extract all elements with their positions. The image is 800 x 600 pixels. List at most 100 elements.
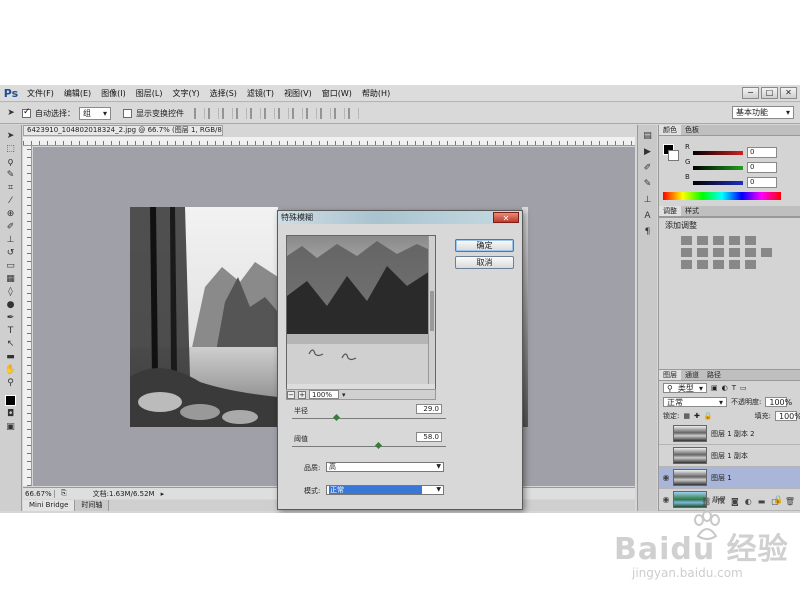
eye-icon[interactable]: ◉ — [659, 473, 673, 482]
new-group-icon[interactable]: ▬ — [758, 497, 766, 509]
align-right-icon[interactable] — [264, 107, 275, 119]
align-vcenter-icon[interactable] — [208, 107, 219, 119]
layer-name[interactable]: 图层 1 副本 — [711, 451, 748, 461]
hand-tool-icon[interactable]: ✋ — [4, 365, 18, 375]
close-window-button[interactable]: ✕ — [780, 87, 797, 99]
distribute-vcenter-icon[interactable] — [292, 107, 303, 119]
dialog-title-bar[interactable]: 特殊模糊 ✕ — [278, 211, 522, 224]
trash-icon[interactable]: 🗑 — [785, 497, 795, 509]
cancel-button[interactable]: 取消 — [455, 256, 514, 269]
quick-select-tool-icon[interactable]: ✎ — [4, 170, 18, 180]
filter-shape-icon[interactable]: ▭ — [740, 384, 747, 392]
menu-view[interactable]: 视图(V) — [279, 88, 317, 99]
radius-slider-track[interactable] — [292, 418, 446, 419]
menu-help[interactable]: 帮助(H) — [357, 88, 395, 99]
layer-name[interactable]: 图层 1 副本 2 — [711, 429, 755, 439]
radius-slider-knob[interactable] — [332, 413, 341, 422]
photo-filter-icon[interactable] — [729, 248, 740, 257]
threshold-slider-knob[interactable] — [374, 441, 383, 450]
tab-paths[interactable]: 路径 — [703, 370, 725, 380]
mode-dropdown[interactable]: 正常 ▼ — [326, 485, 444, 495]
status-arrow-icon[interactable]: ▸ — [161, 490, 165, 498]
pen-tool-icon[interactable]: ✒ — [4, 313, 18, 323]
channel-mixer-icon[interactable] — [745, 248, 756, 257]
foreground-color-swatch[interactable] — [5, 395, 16, 406]
threshold-input[interactable]: 58.0 — [416, 432, 442, 442]
fx-icon[interactable]: fx — [717, 497, 725, 509]
distribute-right-icon[interactable] — [348, 107, 359, 119]
eyedropper-tool-icon[interactable]: ⁄ — [4, 196, 18, 206]
menu-type[interactable]: 文字(Y) — [167, 88, 204, 99]
layer-name[interactable]: 图层 1 — [711, 473, 732, 483]
preview-pane[interactable] — [286, 235, 436, 390]
tab-swatches[interactable]: 色板 — [681, 125, 703, 135]
exposure-icon[interactable] — [729, 236, 740, 245]
eraser-tool-icon[interactable]: ▭ — [4, 261, 18, 271]
add-mask-icon[interactable]: ◙ — [731, 497, 739, 509]
type-tool-icon[interactable]: T — [4, 326, 18, 336]
lock-all-icon[interactable]: 🔒 — [704, 412, 713, 420]
align-hcenter-icon[interactable] — [250, 107, 261, 119]
menu-window[interactable]: 窗口(W) — [317, 88, 357, 99]
preview-zoom-value[interactable]: 100% — [309, 390, 339, 399]
new-layer-icon[interactable]: ▢ — [771, 497, 779, 509]
lasso-tool-icon[interactable]: ϙ — [4, 157, 18, 167]
document-image[interactable] — [130, 207, 278, 427]
layer-row[interactable]: 图层 1 副本 2 — [659, 423, 800, 445]
dodge-tool-icon[interactable]: ● — [4, 300, 18, 310]
path-select-tool-icon[interactable]: ↖ — [4, 339, 18, 349]
close-icon[interactable]: ✕ — [493, 212, 519, 223]
align-top-icon[interactable] — [194, 107, 205, 119]
filter-pixel-icon[interactable]: ▣ — [711, 384, 718, 392]
menu-file[interactable]: 文件(F) — [22, 88, 59, 99]
lock-position-icon[interactable]: ✚ — [694, 412, 700, 420]
channel-r-value[interactable]: 0 — [747, 147, 777, 158]
move-tool-icon[interactable]: ➤ — [4, 108, 18, 118]
healing-tool-icon[interactable]: ⊕ — [4, 209, 18, 219]
document-tab[interactable]: 6423910_104802018324_2.jpg @ 66.7% (图层 1… — [23, 125, 223, 136]
character-icon[interactable]: A — [642, 211, 654, 221]
filter-type-icon[interactable]: T — [732, 384, 736, 392]
shape-tool-icon[interactable]: ▬ — [4, 352, 18, 362]
show-transform-checkbox[interactable] — [123, 108, 132, 118]
preview-scrollbar[interactable] — [428, 236, 435, 384]
threshold-slider-track[interactable] — [292, 446, 446, 447]
channel-b-slider[interactable] — [693, 181, 743, 185]
filter-adjust-icon[interactable]: ◐ — [722, 384, 728, 392]
menu-image[interactable]: 图像(I) — [96, 88, 131, 99]
channel-g-value[interactable]: 0 — [747, 162, 777, 173]
minimize-button[interactable]: − — [742, 87, 759, 99]
status-share-icon[interactable]: ⎘ — [61, 489, 67, 498]
tab-layers[interactable]: 图层 — [659, 370, 681, 380]
menu-layer[interactable]: 图层(L) — [131, 88, 168, 99]
maximize-button[interactable]: □ — [761, 87, 778, 99]
gradient-tool-icon[interactable]: ▦ — [4, 274, 18, 284]
zoom-tool-icon[interactable]: ⚲ — [4, 378, 18, 388]
posterize-icon[interactable] — [697, 260, 708, 269]
workspace-dropdown[interactable]: 基本功能 ▾ — [732, 106, 794, 119]
actions-icon[interactable]: ▶ — [642, 147, 654, 157]
fill-input[interactable]: 100% — [775, 411, 800, 421]
align-bottom-icon[interactable] — [222, 107, 233, 119]
blur-tool-icon[interactable]: ◊ — [4, 287, 18, 297]
color-balance-icon[interactable] — [697, 248, 708, 257]
lock-pixels-icon[interactable]: ▦ — [683, 412, 690, 420]
channel-b-value[interactable]: 0 — [747, 177, 777, 188]
brush-preset-icon[interactable]: ✐ — [642, 163, 654, 173]
tab-adjustments[interactable]: 调整 — [659, 206, 681, 216]
tab-channels[interactable]: 通道 — [681, 370, 703, 380]
visibility-toggle[interactable] — [659, 429, 673, 438]
layer-kind-dropdown[interactable]: ⚲ 类型 ▾ — [663, 383, 707, 393]
marquee-tool-icon[interactable]: ⬚ — [4, 144, 18, 154]
levels-icon[interactable] — [697, 236, 708, 245]
history-brush-tool-icon[interactable]: ↺ — [4, 248, 18, 258]
curves-icon[interactable] — [713, 236, 724, 245]
clone-source-icon[interactable]: ⊥ — [642, 195, 654, 205]
menu-edit[interactable]: 编辑(E) — [59, 88, 96, 99]
vibrance-icon[interactable] — [745, 236, 756, 245]
background-color[interactable] — [668, 150, 679, 161]
opacity-input[interactable]: 100% — [765, 397, 792, 407]
radius-input[interactable]: 29.0 — [416, 404, 442, 414]
distribute-hcenter-icon[interactable] — [334, 107, 345, 119]
tab-color[interactable]: 颜色 — [659, 125, 681, 135]
